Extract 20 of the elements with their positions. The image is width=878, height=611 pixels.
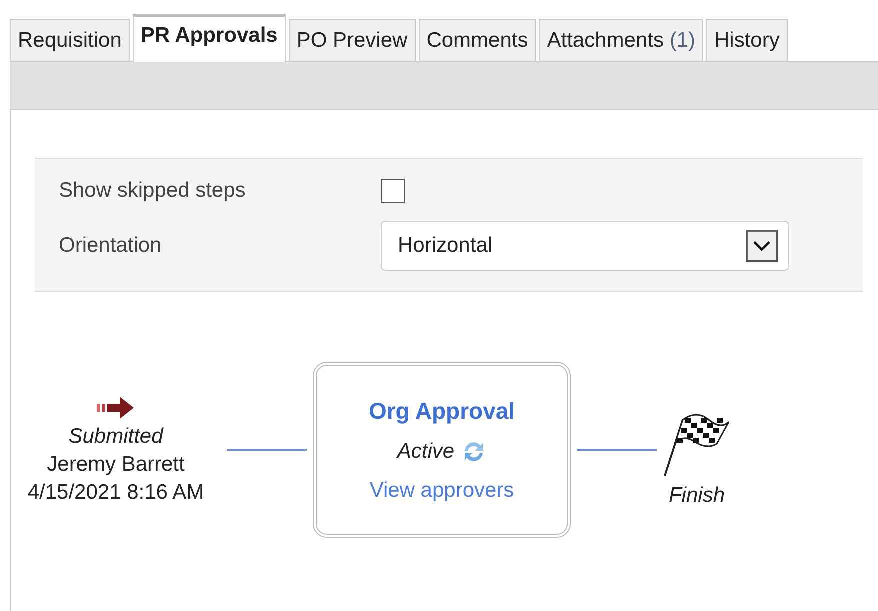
tab[interactable]: Requisition — [10, 19, 130, 61]
orientation-label: Orientation — [59, 234, 163, 258]
step-status: Active — [397, 440, 455, 464]
submitter-name: Jeremy Barrett — [47, 453, 185, 477]
tab[interactable]: PR Approvals — [132, 14, 286, 62]
tab[interactable]: History — [706, 19, 788, 61]
step-title: Org Approval — [368, 398, 516, 424]
tab[interactable]: Comments — [418, 19, 536, 61]
submitted-date: 4/15/2021 8:16 AM — [28, 481, 204, 505]
orientation-dropdown[interactable]: Horizontal — [381, 221, 789, 271]
tab[interactable]: Attachments (1) — [539, 19, 704, 61]
chevron-down-icon — [746, 230, 778, 262]
tab[interactable]: PO Preview — [288, 19, 416, 61]
start-status: Submitted — [68, 425, 164, 449]
right-arrow-icon — [96, 395, 136, 421]
checkered-flag-icon — [663, 412, 731, 478]
view-approvers-link[interactable]: View approvers — [370, 478, 514, 502]
show-skipped-label: Show skipped steps — [59, 179, 247, 203]
show-skipped-checkbox[interactable] — [381, 179, 405, 203]
finish-label: Finish — [668, 484, 726, 508]
